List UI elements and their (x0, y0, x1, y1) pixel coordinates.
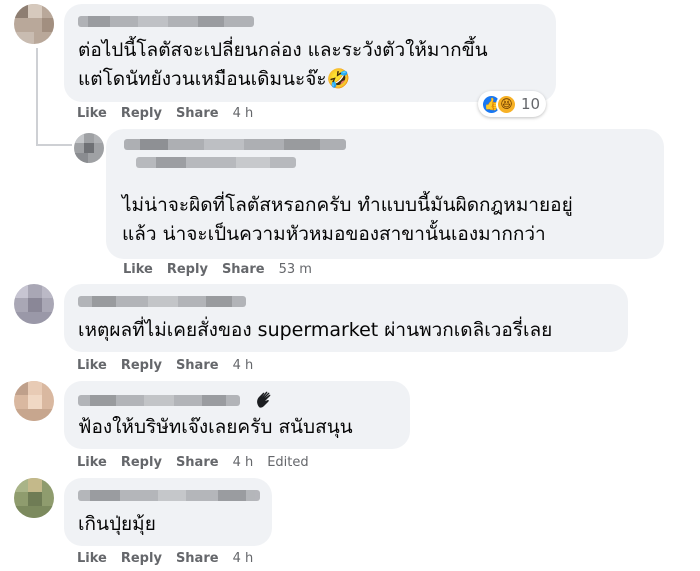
comment-text-line: เหตุผลที่ไม่เคยสั่งของ supermarket ผ่านพ… (78, 319, 553, 341)
commenter-name-blurred[interactable] (78, 296, 246, 307)
timestamp[interactable]: 4 h (233, 358, 254, 373)
like-button[interactable]: Like (77, 358, 107, 373)
comment-actions: Like Reply Share 53 m (123, 262, 326, 277)
comment-bubble: ฟ้องให้บริษัทเจ๊งเลยครับ สนับสนุน (64, 381, 410, 449)
reply-button[interactable]: Reply (167, 262, 208, 277)
timestamp[interactable]: 4 h (233, 455, 254, 470)
share-button[interactable]: Share (222, 262, 265, 277)
haha-icon: 😆 (496, 93, 517, 115)
comment-actions: Like Reply Share 4 h (77, 551, 267, 566)
comment-text-line: แล้ว น่าจะเป็นความหัวหมอของสาขานั้นเองมา… (122, 223, 546, 245)
avatar[interactable] (74, 133, 104, 163)
wave-hand-icon (257, 391, 271, 408)
reply-thread-line-horizontal (36, 144, 72, 146)
avatar[interactable] (14, 381, 54, 421)
reply-thread-line-vertical (36, 48, 38, 146)
timestamp[interactable]: 53 m (279, 262, 312, 277)
like-button[interactable]: Like (77, 106, 107, 121)
reply-button[interactable]: Reply (121, 106, 162, 121)
comment-text-line: ต่อไปนี้โลตัสจะเปลี่ยนกล่อง และระวังตัวใ… (78, 39, 488, 61)
comment-text-line: ฟ้องให้บริษัทเจ๊งเลยครับ สนับสนุน (78, 416, 353, 438)
share-button[interactable]: Share (176, 106, 219, 121)
comment-text-line: ไม่น่าจะผิดที่โลตัสหรอกครับ ทำแบบนี้มันผ… (122, 194, 573, 216)
comment-actions: Like Reply Share 4 h (77, 358, 267, 373)
like-button[interactable]: Like (77, 455, 107, 470)
share-button[interactable]: Share (176, 358, 219, 373)
timestamp[interactable]: 4 h (233, 551, 254, 566)
like-button[interactable]: Like (123, 262, 153, 277)
commenter-name-blurred[interactable] (124, 139, 346, 150)
reaction-count: 10 (521, 95, 541, 113)
commenter-name-blurred[interactable] (78, 16, 254, 27)
share-button[interactable]: Share (176, 455, 219, 470)
share-button[interactable]: Share (176, 551, 219, 566)
comment-bubble: เหตุผลที่ไม่เคยสั่งของ supermarket ผ่านพ… (64, 284, 628, 352)
avatar[interactable] (14, 284, 54, 324)
comment-actions: Like Reply Share 4 h (77, 106, 267, 121)
timestamp[interactable]: 4 h (233, 106, 254, 121)
avatar[interactable] (14, 4, 54, 44)
edited-label[interactable]: Edited (267, 455, 308, 470)
avatar[interactable] (14, 478, 54, 518)
reaction-summary[interactable]: 👍 😆 10 (478, 91, 547, 117)
reply-button[interactable]: Reply (121, 455, 162, 470)
like-button[interactable]: Like (77, 551, 107, 566)
comment-text-line: แต่โดนัทยังวนเหมือนเดิมนะจ๊ะ🤣 (78, 68, 351, 90)
commenter-name-blurred[interactable] (78, 395, 240, 406)
comment-text-line: เกินปุ่ยมุ้ย (78, 513, 156, 535)
comment-bubble: ต่อไปนี้โลตัสจะเปลี่ยนกล่อง และระวังตัวใ… (64, 4, 556, 102)
commenter-name-blurred[interactable] (78, 490, 260, 501)
comment-actions: Like Reply Share 4 h Edited (77, 455, 323, 470)
reply-button[interactable]: Reply (121, 551, 162, 566)
comment-bubble: เกินปุ่ยมุ้ย (64, 478, 272, 546)
commenter-name-blurred[interactable] (136, 157, 296, 168)
comment-bubble: ไม่น่าจะผิดที่โลตัสหรอกครับ ทำแบบนี้มันผ… (106, 129, 664, 259)
reply-button[interactable]: Reply (121, 358, 162, 373)
